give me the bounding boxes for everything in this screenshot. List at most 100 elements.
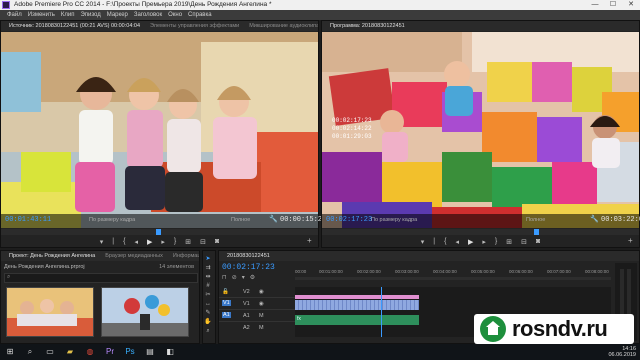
eye-icon[interactable]: ◉ bbox=[259, 289, 264, 295]
camera-icon[interactable]: ◙ bbox=[215, 238, 219, 245]
mark-in-icon[interactable]: ▾ bbox=[421, 238, 425, 246]
step-forward-icon[interactable]: ▸ bbox=[482, 238, 486, 246]
mark-in-icon[interactable]: ▾ bbox=[100, 238, 104, 246]
clip-v1-sequence[interactable] bbox=[295, 300, 419, 310]
source-quality-dropdown[interactable]: Полное bbox=[231, 217, 250, 223]
extract-icon[interactable]: ⊟ bbox=[521, 238, 527, 246]
zoom-tool-icon[interactable]: ⌕ bbox=[203, 327, 213, 336]
mute-icon[interactable]: M bbox=[259, 325, 264, 331]
rolling-edit-tool-icon[interactable]: # bbox=[203, 282, 213, 291]
maximize-button[interactable]: ☐ bbox=[604, 0, 622, 10]
timeline-ruler[interactable]: 00:00 00:01:00:00 00:02:00:00 00:03:00:0… bbox=[295, 265, 611, 285]
add-button-icon[interactable]: + bbox=[307, 236, 312, 245]
ruler-tick-label: 00:08:00:00 bbox=[585, 269, 609, 274]
project-thumbnail-2[interactable] bbox=[101, 287, 189, 337]
menu-title[interactable]: Заголовок bbox=[131, 10, 165, 20]
program-timecode-current[interactable]: 00:02:17:23 bbox=[326, 216, 372, 224]
wrench-icon[interactable]: 🔧 bbox=[269, 215, 278, 223]
program-video-frame[interactable]: 00:02:17:23 00:02:14:22 00:01:29:03 00:0… bbox=[322, 32, 640, 228]
menu-window[interactable]: Окно bbox=[165, 10, 185, 20]
source-timecode-current[interactable]: 00:01:43:11 bbox=[5, 216, 51, 224]
menu-marker[interactable]: Маркер bbox=[104, 10, 131, 20]
mute-icon[interactable]: M bbox=[259, 313, 264, 319]
selection-tool-icon[interactable]: ➤ bbox=[203, 255, 213, 264]
explorer-icon[interactable]: ▰ bbox=[61, 345, 79, 359]
lock-icon[interactable]: 🔓 bbox=[222, 289, 229, 295]
project-thumbnail-1[interactable] bbox=[6, 287, 94, 337]
add-marker-icon[interactable]: ▾ bbox=[242, 274, 245, 281]
go-to-out-icon[interactable]: } bbox=[174, 238, 176, 245]
pen-tool-icon[interactable]: ✎ bbox=[203, 309, 213, 318]
menu-file[interactable]: Файл bbox=[4, 10, 25, 20]
tab-effect-controls[interactable]: Элементы управления эффектами bbox=[145, 21, 244, 31]
play-icon[interactable]: ▶ bbox=[468, 238, 473, 246]
source-patch-a1[interactable]: A1 bbox=[222, 312, 231, 318]
insert-icon[interactable]: ⊞ bbox=[185, 238, 191, 246]
menu-clip[interactable]: Клип bbox=[58, 10, 78, 20]
menu-sequence[interactable]: Эпизод bbox=[77, 10, 103, 20]
menu-help[interactable]: Справка bbox=[185, 10, 215, 20]
source-monitor-panel: Источник: 20180830122451 (00:21 AVS) 00:… bbox=[0, 20, 326, 248]
go-to-out-icon[interactable]: } bbox=[495, 238, 497, 245]
track-select-tool-icon[interactable]: ⇉ bbox=[203, 264, 213, 273]
photoshop-icon[interactable]: Ps bbox=[121, 345, 139, 359]
wrench-icon[interactable]: 🔧 bbox=[590, 215, 599, 223]
play-icon[interactable]: ▶ bbox=[147, 238, 152, 246]
work-area-bar[interactable] bbox=[295, 277, 611, 280]
step-back-in-icon[interactable]: | bbox=[112, 238, 114, 245]
tab-sequence[interactable]: 20180830122451 bbox=[222, 251, 275, 261]
linked-selection-icon[interactable]: ⊘ bbox=[232, 274, 237, 281]
go-to-in-icon[interactable]: { bbox=[444, 238, 446, 245]
window-title: Adobe Premiere Pro CC 2014 - F:\Проекты … bbox=[14, 1, 272, 8]
mark-out-icon[interactable]: | bbox=[433, 238, 435, 245]
source-playhead[interactable] bbox=[156, 229, 161, 235]
program-fit-dropdown[interactable]: По размеру кадра bbox=[371, 217, 417, 223]
source-scrubber[interactable] bbox=[1, 229, 318, 235]
timeline-timecode[interactable]: 00:02:17:23 bbox=[222, 263, 275, 272]
tab-audio-mixer[interactable]: Микширование аудиоклипа: 20180830 bbox=[244, 21, 318, 31]
eye-icon[interactable]: ◉ bbox=[259, 301, 264, 307]
system-tray[interactable]: 14:16 06.06.2019 bbox=[608, 346, 636, 358]
source-video-frame[interactable]: 00:01:43:11 По размеру кадра Полное 🔧 00… bbox=[1, 32, 326, 228]
source-timecode-duration: 00:00:15:21 bbox=[280, 216, 327, 224]
step-back-icon[interactable]: ◂ bbox=[134, 238, 138, 246]
slip-tool-icon[interactable]: ↔ bbox=[203, 300, 213, 309]
minimize-button[interactable]: — bbox=[586, 0, 604, 10]
track-label: A2 bbox=[243, 325, 250, 331]
close-button[interactable]: ✕ bbox=[622, 0, 640, 10]
tab-media-browser[interactable]: Браузер медиаданных bbox=[100, 251, 168, 261]
program-quality-dropdown[interactable]: Полное bbox=[526, 217, 545, 223]
task-view-icon[interactable]: ▭ bbox=[41, 345, 59, 359]
add-button-icon[interactable]: + bbox=[628, 236, 633, 245]
clip-v2-title[interactable] bbox=[295, 295, 419, 299]
app-icon[interactable]: ▤ bbox=[141, 345, 159, 359]
snap-icon[interactable]: ⊓ bbox=[222, 274, 227, 281]
windows-start-icon[interactable]: ⊞ bbox=[1, 345, 19, 359]
hand-tool-icon[interactable]: ✋ bbox=[203, 318, 213, 327]
chrome-icon[interactable]: ◍ bbox=[81, 345, 99, 359]
overwrite-icon[interactable]: ⊟ bbox=[200, 238, 206, 246]
step-back-icon[interactable]: ◂ bbox=[455, 238, 459, 246]
lift-icon[interactable]: ⊞ bbox=[506, 238, 512, 246]
ripple-edit-tool-icon[interactable]: ⇹ bbox=[203, 273, 213, 282]
search-icon[interactable]: ⌕ bbox=[21, 345, 39, 359]
go-to-in-icon[interactable]: { bbox=[123, 238, 125, 245]
settings-icon[interactable]: ⚙ bbox=[250, 274, 255, 281]
timeline-playhead[interactable] bbox=[381, 287, 382, 337]
clip-a1-audio[interactable]: fx bbox=[295, 315, 419, 325]
menu-edit[interactable]: Изменить bbox=[25, 10, 58, 20]
step-forward-icon[interactable]: ▸ bbox=[161, 238, 165, 246]
razor-tool-icon[interactable]: ✂ bbox=[203, 291, 213, 300]
app-icon[interactable]: ◧ bbox=[161, 345, 179, 359]
tab-program[interactable]: Программа: 20180830122451 bbox=[325, 21, 410, 31]
premiere-icon[interactable]: Pr bbox=[101, 345, 119, 359]
program-playhead[interactable] bbox=[534, 229, 539, 235]
tab-project[interactable]: Проект: День Рождения Ангелина bbox=[4, 251, 100, 261]
tab-source[interactable]: Источник: 20180830122451 (00:21 AVS) 00:… bbox=[4, 21, 145, 31]
source-patch-v1[interactable]: V1 bbox=[222, 300, 231, 306]
project-search-input[interactable]: ⌕ bbox=[4, 273, 198, 283]
tab-info[interactable]: Информация bbox=[168, 251, 199, 261]
source-fit-dropdown[interactable]: По размеру кадра bbox=[89, 217, 135, 223]
camera-icon[interactable]: ◙ bbox=[536, 238, 540, 245]
program-scrubber[interactable] bbox=[322, 229, 639, 235]
